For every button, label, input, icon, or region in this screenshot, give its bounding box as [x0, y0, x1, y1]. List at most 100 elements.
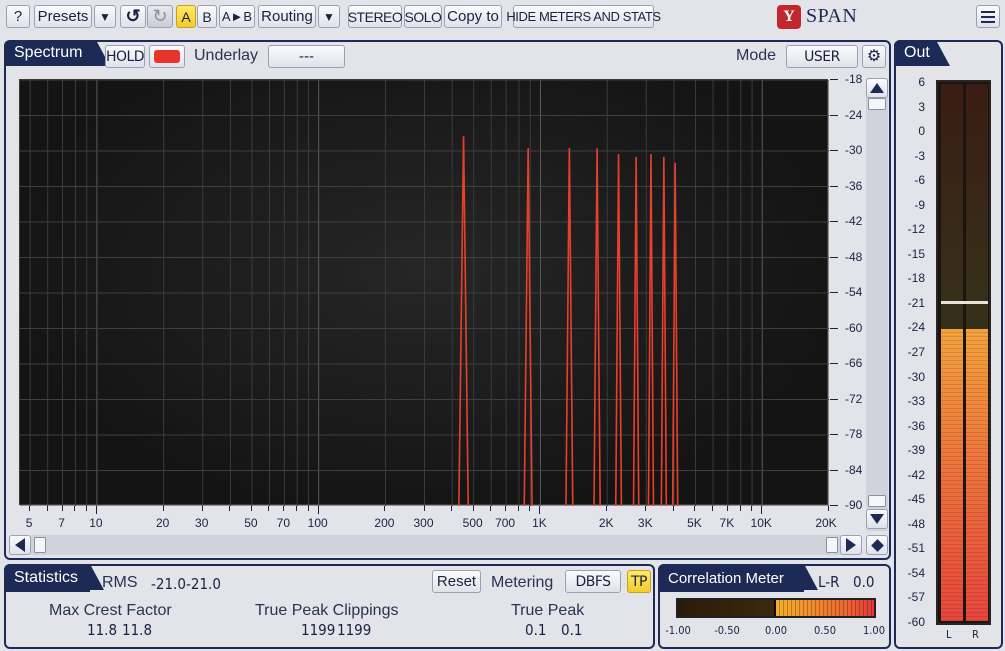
frequency-tick-label: 500	[462, 516, 483, 530]
out-tick-label: -15	[907, 246, 925, 261]
spectrum-tab: Spectrum	[4, 40, 110, 66]
db-tick-mark	[830, 292, 838, 293]
help-button[interactable]: ?	[6, 5, 30, 28]
true-peak-clippings-label: True Peak Clippings	[255, 602, 399, 619]
spectrum-display[interactable]	[19, 79, 829, 506]
routing-dropdown-button[interactable]: ▼	[318, 5, 340, 28]
true-peak-left-value: 0.1	[525, 621, 547, 639]
horizontal-range-handle-left[interactable]	[34, 537, 46, 553]
frequency-tick-mark	[74, 506, 76, 511]
scroll-right-button[interactable]	[840, 535, 862, 555]
frequency-tick-label: 1K	[532, 516, 547, 530]
undo-button[interactable]: ↺	[120, 5, 146, 28]
underlay-select[interactable]: ---	[268, 45, 345, 68]
db-tick-mark	[830, 505, 838, 506]
frequency-tick-mark	[828, 506, 829, 511]
horizontal-range-handle-right[interactable]	[826, 537, 838, 553]
correlation-tick-label: 1.00	[862, 624, 886, 637]
main-menu-button[interactable]	[976, 5, 1000, 28]
spectrum-peak	[647, 153, 655, 506]
correlation-tab: Correlation Meter	[658, 564, 818, 592]
db-tick-label: -24	[845, 107, 863, 122]
routing-button[interactable]: Routing	[258, 5, 316, 28]
db-tick-label: -84	[845, 462, 863, 477]
frequency-tick-mark	[61, 506, 63, 511]
db-tick-label: -48	[845, 249, 863, 264]
menu-icon	[981, 15, 995, 18]
spectrum-color-button[interactable]	[149, 45, 185, 68]
frequency-tick-mark	[751, 506, 753, 511]
mode-select[interactable]: USER	[786, 45, 858, 68]
out-tick-label: -51	[907, 541, 925, 556]
max-crest-label: Max Crest Factor	[49, 602, 172, 619]
frequency-tick-mark	[296, 506, 298, 511]
frequency-tick-mark	[162, 506, 164, 511]
frequency-tick-label: 2K	[598, 516, 614, 530]
db-tick-label: -18	[845, 72, 863, 86]
a-state-button[interactable]: A	[176, 5, 196, 28]
triangle-down-icon	[870, 514, 884, 524]
b-state-button[interactable]: B	[197, 5, 217, 28]
frequency-tick-mark	[517, 506, 519, 511]
zoom-reset-button[interactable]	[866, 535, 888, 555]
frequency-tick-mark	[726, 506, 728, 511]
out-tick-label: -3	[914, 148, 925, 163]
stereo-button[interactable]: STEREO	[348, 5, 403, 28]
scroll-down-button[interactable]	[866, 509, 888, 529]
true-peak-label: True Peak	[511, 602, 585, 619]
frequency-tick-mark	[472, 506, 474, 511]
db-tick-label: -66	[845, 356, 863, 370]
solo-button[interactable]: SOLO	[404, 5, 442, 28]
max-crest-right-value: 11.8	[122, 621, 153, 639]
frequency-tick-mark	[539, 506, 541, 514]
out-meter-peak-hold	[941, 300, 988, 304]
spectrum-peak	[593, 148, 601, 506]
out-tick-label: -9	[914, 197, 925, 212]
out-tick-label: -18	[907, 271, 925, 286]
frequency-tick-label: 5K	[687, 516, 702, 530]
scroll-up-button[interactable]	[866, 78, 888, 98]
presets-dropdown-button[interactable]: ▼	[94, 5, 116, 28]
out-tick-label: -21	[907, 295, 925, 310]
frequency-tick-mark	[761, 506, 763, 514]
frequency-tick-mark	[712, 506, 714, 511]
copy-to-button[interactable]: Copy to	[444, 5, 502, 28]
true-peak-clippings-left-value: 1199	[301, 621, 336, 639]
spectrum-peak	[660, 156, 668, 506]
frequency-tick-mark	[672, 506, 674, 511]
frequency-tick-mark	[529, 506, 531, 511]
db-tick-label: -60	[845, 320, 863, 335]
hide-meters-button[interactable]: HIDE METERS AND STATS	[506, 5, 661, 28]
presets-button[interactable]: Presets	[34, 5, 92, 28]
metering-select[interactable]: DBFS	[565, 570, 621, 593]
correlation-lr-label: L-R	[818, 573, 840, 591]
triangle-left-icon	[15, 538, 25, 552]
frequency-tick-mark	[283, 506, 285, 511]
frequency-tick-mark	[739, 506, 741, 511]
true-peak-right-value: 0.1	[561, 621, 583, 639]
horizontal-scrollbar[interactable]	[31, 535, 843, 555]
correlation-bar-fill	[776, 600, 874, 616]
a-to-b-button[interactable]: A►B	[219, 5, 255, 28]
db-tick-mark	[830, 185, 838, 187]
hold-button[interactable]: HOLD	[105, 45, 145, 68]
settings-button[interactable]: ⚙	[862, 45, 886, 68]
db-tick-label: -78	[845, 427, 863, 441]
out-tick-label: -6	[914, 173, 925, 188]
frequency-tick-mark	[505, 506, 507, 511]
out-tick-label: 0	[918, 124, 925, 139]
vertical-range-handle-top[interactable]	[868, 98, 886, 110]
db-tick-label: -36	[845, 178, 863, 193]
frequency-tick-mark	[451, 506, 453, 511]
true-peak-toggle[interactable]: TP	[627, 570, 651, 593]
spectrum-peak	[632, 156, 640, 506]
redo-button[interactable]: ↻	[147, 5, 173, 28]
vertical-scrollbar[interactable]	[866, 79, 888, 531]
scroll-left-button[interactable]	[9, 535, 31, 555]
out-tick-label: -36	[907, 418, 925, 433]
vertical-range-handle-bottom[interactable]	[868, 495, 886, 507]
out-tick-label: 3	[918, 99, 925, 114]
db-tick-mark	[830, 469, 838, 471]
spectrum-graph	[20, 80, 829, 506]
reset-button[interactable]: Reset	[432, 570, 481, 593]
